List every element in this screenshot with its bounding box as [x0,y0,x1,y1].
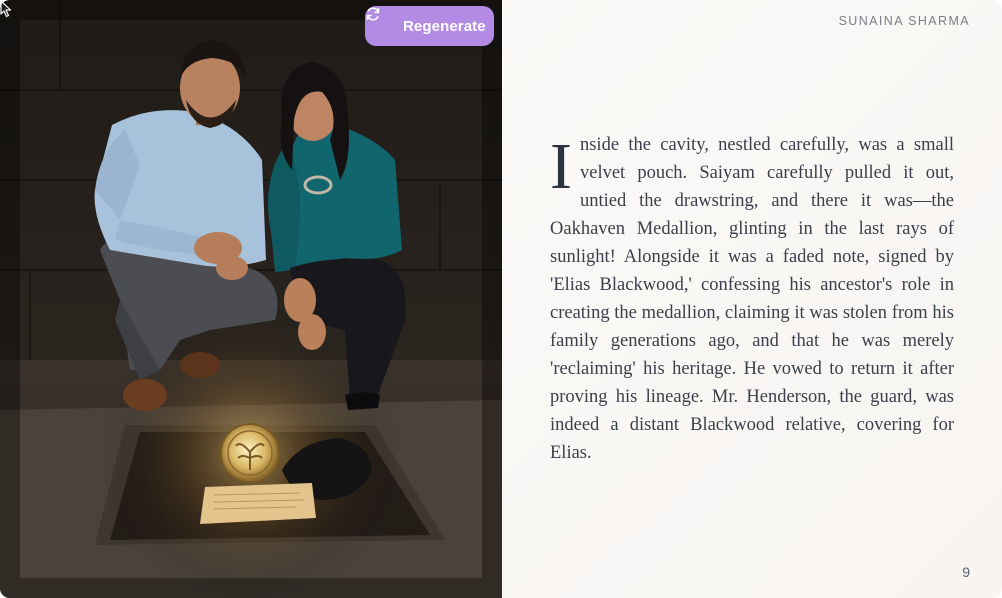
page-number: 9 [962,564,970,580]
author-name: SUNAINA SHARMA [838,14,970,28]
story-illustration: Regenerate [0,0,502,598]
story-paragraph: I nside the cavity, nestled carefully, w… [550,131,954,467]
storybook-spread: Regenerate SUNAINA SHARMA I nside the ca… [0,0,1002,598]
regenerate-label: Regenerate [403,17,486,35]
illustration-image [0,0,502,598]
mouse-cursor-icon [0,0,12,18]
refresh-icon [366,7,393,34]
story-page: SUNAINA SHARMA I nside the cavity, nestl… [502,0,1002,598]
story-text: nside the cavity, nestled carefully, was… [550,135,954,463]
regenerate-button[interactable]: Regenerate [365,6,494,46]
drop-cap: I [550,130,572,203]
